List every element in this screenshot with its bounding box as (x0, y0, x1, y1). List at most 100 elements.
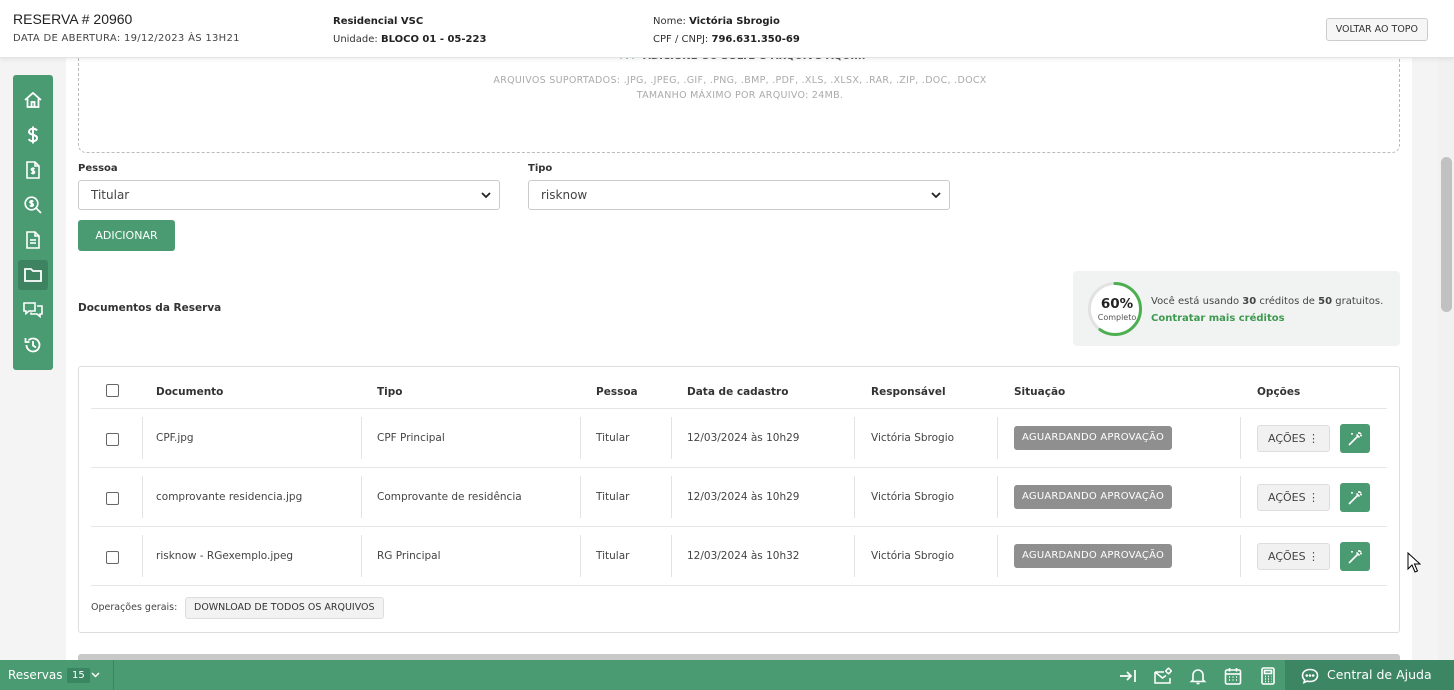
document-date: 12/03/2024 às 10h32 (687, 550, 800, 562)
divider (997, 476, 998, 518)
unit-value: BLOCO 01 - 05-223 (380, 34, 487, 45)
client-info: Nome: Victória Sbrogio CPF / CNPJ: 796.6… (653, 13, 800, 49)
document-name: CPF.jpg (156, 432, 194, 444)
divider (580, 417, 581, 459)
residential-name: Residencial VSC (333, 16, 424, 27)
chat-icon[interactable] (18, 295, 48, 325)
row-checkbox[interactable] (106, 551, 119, 564)
actions-button[interactable]: AÇÕES ⋮ (1257, 543, 1330, 570)
type-select-value: risknow (541, 188, 588, 202)
download-all-button[interactable]: DOWNLOAD DE TODOS OS ARQUIVOS (185, 597, 384, 619)
divider (854, 476, 855, 518)
divider (142, 476, 143, 518)
person-select-value: Titular (91, 188, 130, 202)
magic-wand-button[interactable] (1340, 483, 1370, 512)
bell-icon[interactable] (1188, 666, 1208, 686)
actions-button[interactable]: AÇÕES ⋮ (1257, 484, 1330, 511)
credits-used: 30 (1242, 296, 1257, 307)
cpf-value: 796.631.350-69 (711, 34, 800, 45)
column-header: Responsável (871, 386, 946, 398)
magic-wand-icon (1348, 549, 1362, 564)
documents-section-title: Documentos da Reserva (78, 302, 222, 314)
calculator-icon[interactable] (1258, 666, 1278, 686)
magic-wand-icon (1348, 431, 1362, 446)
type-select[interactable]: risknow (528, 180, 950, 210)
type-label: Tipo (528, 163, 553, 174)
actions-button[interactable]: AÇÕES ⋮ (1257, 425, 1330, 452)
document-person: Titular (596, 432, 630, 444)
divider (361, 535, 362, 577)
general-operations-label: Operações gerais: (91, 602, 178, 613)
document-icon[interactable] (18, 225, 48, 255)
mail-settings-icon[interactable] (1153, 666, 1173, 686)
credits-percent: 60% (1100, 296, 1134, 312)
residential-info: Residencial VSC Unidade: BLOCO 01 - 05-2… (333, 13, 486, 49)
divider (91, 585, 1387, 586)
divider (854, 417, 855, 459)
help-center-button[interactable]: Central de Ajuda (1285, 660, 1454, 690)
reservation-open-date: DATA DE ABERTURA: 19/12/2023 ÀS 13H21 (13, 33, 240, 44)
mouse-cursor-icon (1407, 552, 1421, 573)
exit-icon[interactable] (1118, 666, 1138, 686)
back-to-top-button[interactable]: VOLTAR AO TOPO (1325, 18, 1428, 41)
dollar-icon[interactable] (18, 120, 48, 150)
divider (580, 535, 581, 577)
name-value: Victória Sbrogio (689, 16, 780, 27)
document-person: Titular (596, 491, 630, 503)
max-file-size: TAMANHO MÁXIMO POR ARQUIVO: 24MB. (636, 90, 844, 101)
reservations-label: Reservas (8, 668, 63, 682)
table-row: comprovante residencia.jpg Comprovante d… (79, 468, 1399, 527)
document-name: comprovante residencia.jpg (156, 491, 303, 503)
folder-icon[interactable] (18, 260, 48, 290)
buy-credits-link[interactable]: Contratar mais créditos (1151, 310, 1383, 327)
unit-label: Unidade: (333, 34, 378, 45)
document-responsible: Victória Sbrogio (871, 432, 955, 444)
document-date: 12/03/2024 às 10h29 (687, 432, 800, 444)
document-person: Titular (596, 550, 630, 562)
header-bar: RESERVA # 20960 DATA DE ABERTURA: 19/12/… (0, 0, 1454, 58)
magic-wand-button[interactable] (1340, 542, 1370, 571)
divider (142, 417, 143, 459)
supported-files: ARQUIVOS SUPORTADOS: .JPG, .JPEG, .GIF, … (493, 75, 987, 86)
document-responsible: Victória Sbrogio (871, 491, 955, 503)
calendar-icon[interactable] (1223, 666, 1243, 686)
chevron-down-icon (481, 192, 491, 199)
select-all-checkbox[interactable] (106, 384, 119, 397)
help-center-label: Central de Ajuda (1327, 667, 1432, 682)
scrollbar-track[interactable] (1438, 58, 1454, 660)
chevron-down-icon (931, 192, 941, 199)
money-search-icon[interactable] (18, 190, 48, 220)
home-icon[interactable] (18, 85, 48, 115)
bottom-bar: Reservas 15 Central de Ajuda (0, 660, 1454, 690)
invoice-icon[interactable] (18, 155, 48, 185)
column-header: Documento (156, 386, 224, 398)
divider (361, 417, 362, 459)
person-select[interactable]: Titular (78, 180, 500, 210)
divider (361, 476, 362, 518)
reservations-tab[interactable]: Reservas (8, 660, 62, 690)
divider (580, 476, 581, 518)
magic-wand-button[interactable] (1340, 424, 1370, 453)
row-checkbox[interactable] (106, 433, 119, 446)
actions-button-label: AÇÕES (1268, 491, 1306, 504)
reservation-title: RESERVA # 20960 (13, 11, 133, 27)
add-button[interactable]: ADICIONAR (78, 220, 175, 251)
chat-bubble-icon (1301, 668, 1319, 684)
divider (1240, 417, 1241, 459)
divider (671, 535, 672, 577)
document-type: CPF Principal (377, 432, 445, 444)
column-header: Tipo (377, 386, 403, 398)
actions-button-label: AÇÕES (1268, 550, 1306, 563)
scrollbar-thumb[interactable] (1441, 157, 1452, 312)
history-icon[interactable] (18, 330, 48, 360)
document-responsible: Victória Sbrogio (871, 550, 955, 562)
status-badge: AGUARDANDO APROVAÇÃO (1014, 485, 1173, 509)
column-header: Data de cadastro (687, 386, 789, 398)
column-header: Situação (1014, 386, 1066, 398)
cpf-label: CPF / CNPJ: (653, 34, 709, 45)
credits-text: Você está usando 30 créditos de 50 gratu… (1151, 293, 1383, 327)
table-row: risknow - RGexemplo.jpeg RG Principal Ti… (79, 527, 1399, 586)
row-checkbox[interactable] (106, 492, 119, 505)
person-label: Pessoa (78, 163, 118, 174)
chevron-down-icon[interactable] (91, 671, 100, 679)
